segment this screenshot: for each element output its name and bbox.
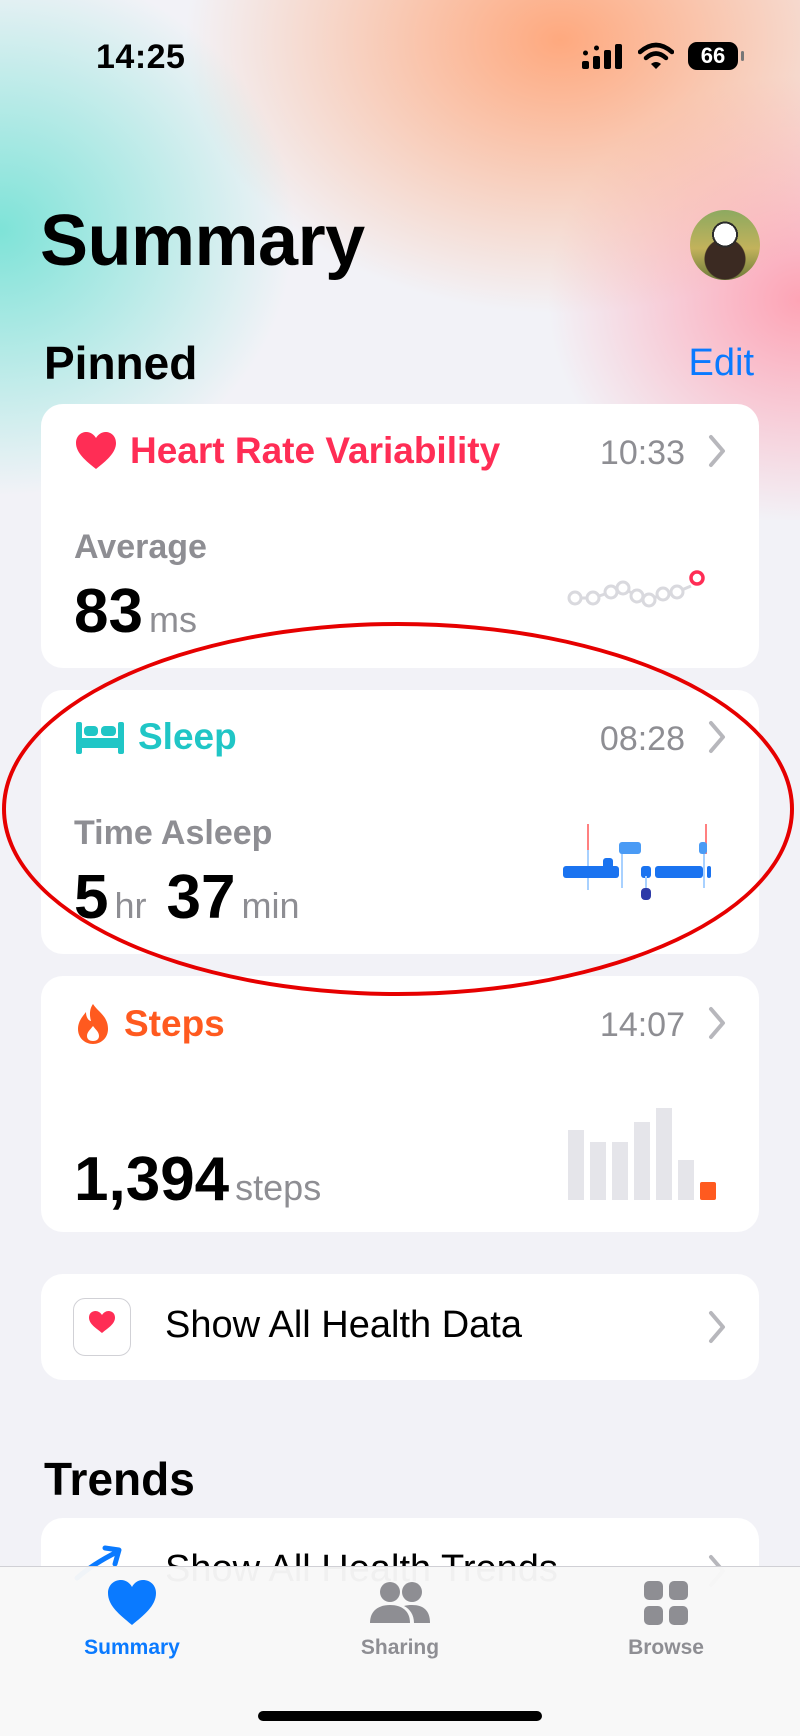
hrv-card-header: Heart Rate Variability xyxy=(74,430,500,472)
steps-card[interactable]: Steps 14:07 1,394 steps xyxy=(41,976,759,1232)
sleep-minutes: 37 xyxy=(166,863,236,932)
home-indicator[interactable] xyxy=(258,1711,542,1721)
page-title: Summary xyxy=(40,201,365,281)
hrv-point xyxy=(641,592,657,608)
sleep-card[interactable]: Sleep 08:28 Time Asleep 5 hr 37 min xyxy=(41,690,759,954)
status-bar: 14:25 66 xyxy=(0,0,800,110)
hrv-value: 83 xyxy=(74,577,143,646)
steps-bar xyxy=(634,1122,650,1200)
hrv-title: Heart Rate Variability xyxy=(130,430,501,471)
hrv-unit: ms xyxy=(148,599,197,640)
steps-title: Steps xyxy=(124,1003,225,1044)
grid-icon xyxy=(644,1581,688,1625)
sleep-hours: 5 xyxy=(74,863,109,932)
hrv-point xyxy=(629,588,645,604)
sleep-metric-label: Time Asleep xyxy=(74,814,273,852)
avatar[interactable] xyxy=(690,210,760,280)
steps-bar xyxy=(656,1108,672,1200)
steps-time: 14:07 xyxy=(599,1006,685,1044)
show-all-health-data-label: Show All Health Data xyxy=(165,1304,522,1346)
steps-bar xyxy=(568,1130,584,1200)
hrv-point xyxy=(567,590,583,606)
hrv-point-latest xyxy=(689,570,705,586)
hrv-metric-value: 83 ms xyxy=(74,576,211,647)
steps-value: 1,394 xyxy=(74,1145,230,1214)
tab-sharing[interactable]: Sharing xyxy=(300,1579,500,1660)
tab-summary[interactable]: Summary xyxy=(32,1579,232,1660)
chevron-right-icon xyxy=(709,1007,725,1039)
status-icons: 66 xyxy=(582,42,744,70)
battery-icon: 66 xyxy=(688,42,744,70)
tab-browse[interactable]: Browse xyxy=(566,1579,766,1660)
sleep-time: 08:28 xyxy=(599,720,685,758)
hrv-point xyxy=(669,584,685,600)
tab-summary-label: Summary xyxy=(84,1636,180,1659)
hrv-metric-label: Average xyxy=(74,528,207,566)
tab-sharing-label: Sharing xyxy=(360,1636,440,1659)
people-icon xyxy=(370,1582,430,1623)
hrv-sparkline xyxy=(567,570,705,608)
hrv-point xyxy=(585,590,601,606)
sleep-stages-chart xyxy=(563,824,711,900)
sleep-minutes-unit: min xyxy=(241,885,300,926)
chevron-right-icon xyxy=(709,1311,725,1343)
sleep-hours-unit: hr xyxy=(114,885,147,926)
heart-icon xyxy=(108,1580,156,1625)
sleep-title: Sleep xyxy=(138,716,237,757)
heart-icon xyxy=(76,432,116,469)
steps-unit: steps xyxy=(235,1167,322,1208)
chevron-right-icon xyxy=(709,721,725,753)
tab-browse-label: Browse xyxy=(628,1636,704,1659)
sleep-metric-value: 5 hr 37 min xyxy=(74,862,313,933)
health-app-icon xyxy=(73,1298,131,1356)
sleep-card-header: Sleep xyxy=(74,716,237,758)
steps-bar xyxy=(590,1142,606,1200)
steps-bar-current xyxy=(700,1182,716,1200)
hrv-point xyxy=(603,584,619,600)
steps-metric-value: 1,394 steps xyxy=(74,1144,335,1215)
battery-level: 66 xyxy=(700,43,726,68)
hrv-point xyxy=(655,586,671,602)
hrv-time: 10:33 xyxy=(599,434,685,472)
show-all-health-data-row[interactable]: Show All Health Data xyxy=(41,1274,759,1380)
status-time: 14:25 xyxy=(96,38,186,76)
hrv-card[interactable]: Heart Rate Variability 10:33 Average 83 … xyxy=(41,404,759,668)
flame-icon xyxy=(78,1004,108,1044)
pinned-heading: Pinned xyxy=(44,337,198,389)
edit-button[interactable]: Edit xyxy=(689,342,754,385)
wifi-icon xyxy=(638,42,674,69)
steps-bar xyxy=(678,1160,694,1200)
trends-heading: Trends xyxy=(44,1453,195,1505)
steps-bar-chart xyxy=(568,1108,716,1200)
hrv-point xyxy=(615,580,631,596)
steps-bar xyxy=(612,1142,628,1200)
cellular-signal-icon xyxy=(582,44,622,69)
chevron-right-icon xyxy=(709,435,725,467)
steps-card-header: Steps xyxy=(74,1002,225,1046)
bed-icon xyxy=(76,722,124,754)
